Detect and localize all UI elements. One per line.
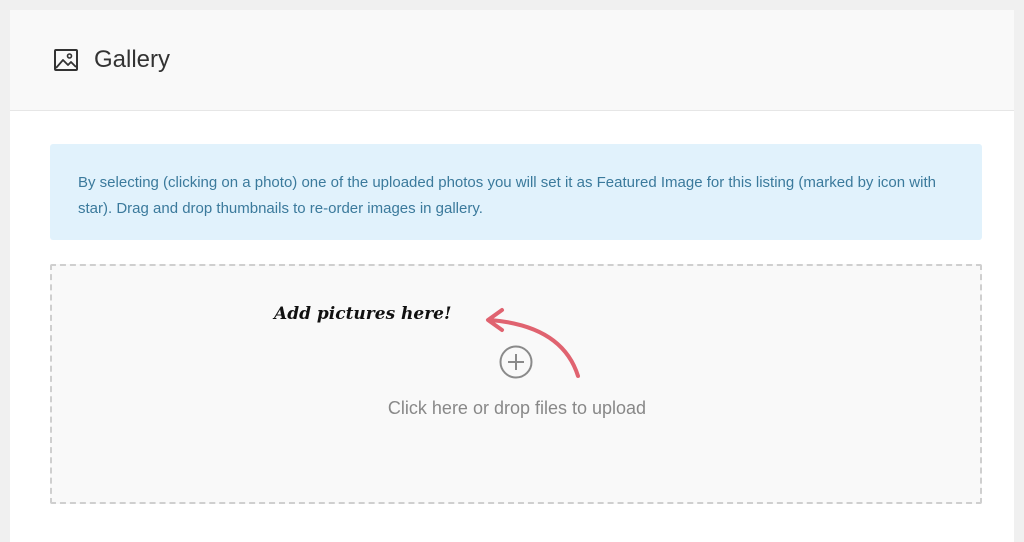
gallery-card: Gallery By selecting (clicking on a phot… [10,10,1014,542]
info-notice-text: By selecting (clicking on a photo) one o… [78,174,936,217]
info-notice: By selecting (clicking on a photo) one o… [50,144,982,240]
add-pictures-callout: Add pictures here! [274,304,452,324]
upload-prompt[interactable]: Click here or drop files to upload [52,398,982,419]
plus-circle-icon[interactable] [499,345,533,379]
upload-dropzone[interactable]: Add pictures here! Click here or drop fi… [50,264,982,504]
gallery-title: Gallery [94,46,171,73]
image-icon [54,49,78,71]
gallery-header: Gallery [10,10,1014,111]
